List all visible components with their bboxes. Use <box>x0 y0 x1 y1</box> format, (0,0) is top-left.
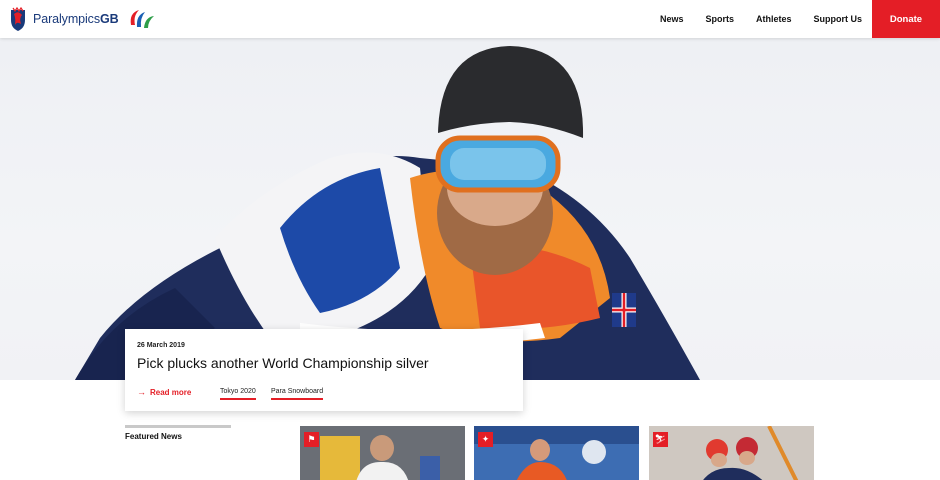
featured-news-heading: Featured News <box>125 432 182 441</box>
skiers-photo <box>649 426 814 480</box>
tag-para-snowboard[interactable]: Para Snowboard <box>271 388 324 400</box>
nav-athletes[interactable]: Athletes <box>756 14 792 24</box>
read-more-link[interactable]: → Read more <box>137 387 191 397</box>
featured-thumbnail-3[interactable]: ⛷ <box>649 426 814 480</box>
featured-divider <box>125 425 231 428</box>
article-card[interactable]: 26 March 2019 Pick plucks another World … <box>125 329 523 411</box>
article-title[interactable]: Pick plucks another World Championship s… <box>137 355 429 371</box>
featured-thumbnail-2[interactable]: ✦ <box>474 426 639 480</box>
logo-text-bold: GB <box>99 12 119 26</box>
arrow-right-icon: → <box>137 387 146 397</box>
table-tennis-photo <box>474 426 639 480</box>
powerlifting-icon: ⚑ <box>304 432 319 447</box>
main-nav: News Sports Athletes Support Us <box>638 0 862 38</box>
site-header: ParalympicsGB News Sports Athletes Suppo… <box>0 0 940 38</box>
nav-news[interactable]: News <box>660 14 684 24</box>
nav-support-us[interactable]: Support Us <box>814 14 863 24</box>
team-crest-icon <box>11 6 25 31</box>
powerlifter-photo <box>300 426 465 480</box>
agitos-icon <box>130 10 154 28</box>
site-logo[interactable]: ParalympicsGB <box>8 5 157 33</box>
featured-thumbnail-1[interactable]: ⚑ <box>300 426 465 480</box>
read-more-label: Read more <box>150 387 192 397</box>
nav-sports[interactable]: Sports <box>705 14 734 24</box>
article-date: 26 March 2019 <box>137 342 185 349</box>
table-tennis-icon: ✦ <box>478 432 493 447</box>
tag-tokyo-2020[interactable]: Tokyo 2020 <box>220 388 256 400</box>
skiing-icon: ⛷ <box>653 432 668 447</box>
logo-text-main: Paralympics <box>33 12 100 26</box>
donate-button[interactable]: Donate <box>872 0 940 38</box>
